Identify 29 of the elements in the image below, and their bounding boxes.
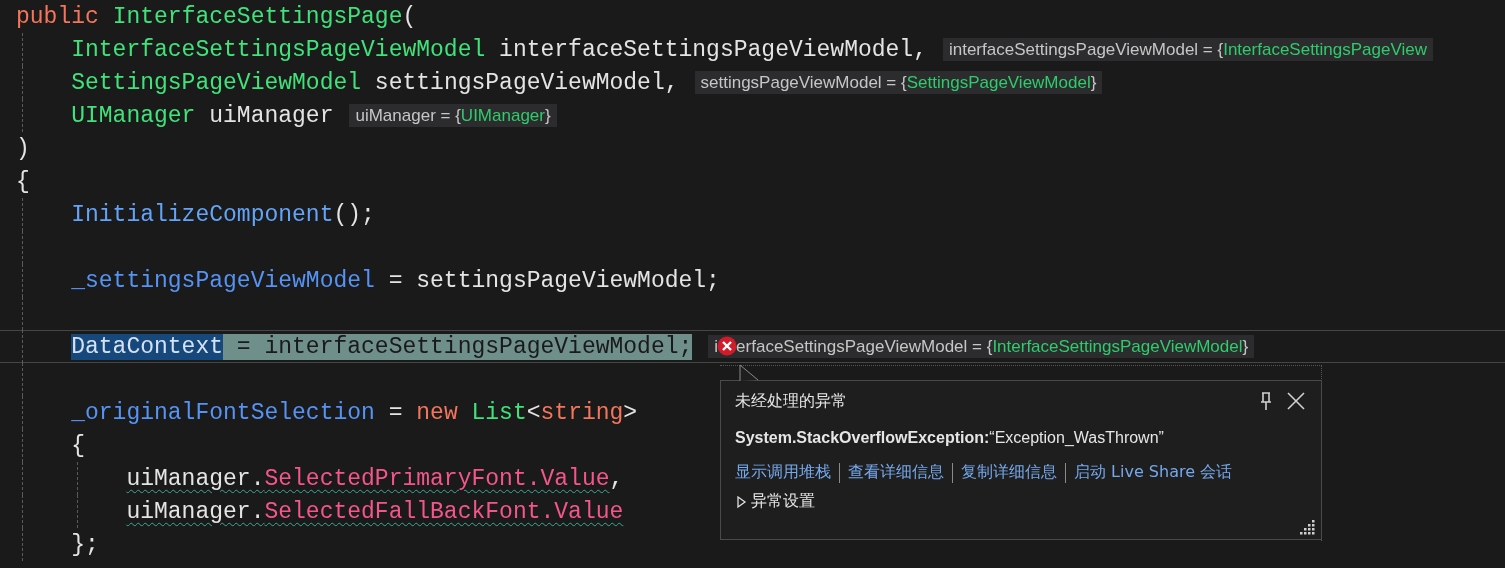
- data-tip[interactable]: settingsPageViewModel = {SettingsPageViewModel}: [694, 71, 1103, 94]
- code-text: {: [71, 431, 85, 461]
- code-text: uiManager.SelectedPrimaryFont.Value,: [126, 464, 624, 494]
- action-link[interactable]: 查看详细信息: [848, 462, 944, 483]
- exception-settings-label[interactable]: 异常设置: [751, 491, 815, 512]
- close-icon[interactable]: [1285, 390, 1307, 412]
- data-tip[interactable]: i erfaceSettingsPageViewModel = {InterfaceSettingsPageViewModel}: [708, 335, 1255, 358]
- data-tip[interactable]: uiManager = {UIManager}: [349, 104, 557, 127]
- code-text: uiManager.SelectedFallBackFont.Value: [126, 497, 624, 527]
- popup-title: 未经处理的异常: [735, 390, 848, 412]
- data-tip[interactable]: interfaceSettingsPageViewModel = {InterfaceSettingsPageView: [942, 38, 1433, 61]
- code-text: DataContext = interfaceSettingsPageViewModel;: [71, 332, 693, 362]
- action-link[interactable]: 显示调用堆栈: [735, 462, 831, 483]
- code-text: InitializeComponent();: [71, 200, 375, 230]
- resize-grip-icon[interactable]: [1299, 519, 1315, 535]
- code-text: _originalFontSelection = new List<string>: [71, 398, 638, 428]
- code-text: SettingsPageViewModel settingsPageViewModel,: [71, 68, 679, 98]
- code-text: {: [16, 167, 30, 197]
- action-link[interactable]: 启动 Live Share 会话: [1074, 462, 1233, 483]
- code-text: InterfaceSettingsPageViewModel interfaceSettingsPageViewModel,: [71, 35, 927, 65]
- code-text: public InterfaceSettingsPage(: [16, 2, 417, 32]
- exception-message: System.StackOverflowException:“Exception_WasThrown”: [735, 429, 1165, 447]
- code-text: _settingsPageViewModel = settingsPageViewModel;: [71, 266, 720, 296]
- expand-icon[interactable]: [735, 494, 747, 509]
- code-text: ): [16, 134, 30, 164]
- error-icon: [717, 336, 738, 356]
- code-text: };: [71, 530, 99, 560]
- code-text: UIManager uiManager: [71, 101, 334, 131]
- action-link[interactable]: 复制详细信息: [961, 462, 1057, 483]
